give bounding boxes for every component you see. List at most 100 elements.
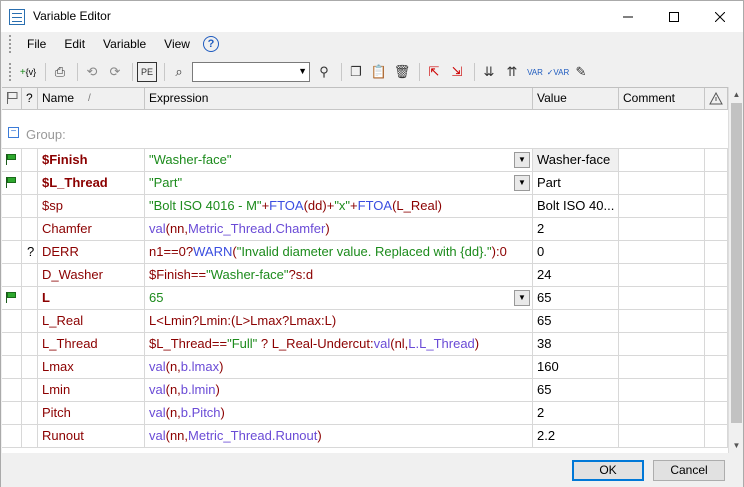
flag-cell[interactable] — [2, 149, 22, 172]
toolbar-grip[interactable] — [9, 63, 12, 81]
table-row[interactable]: $L_Thread "Part" ▼ Part — [2, 172, 728, 195]
warning-cell[interactable] — [705, 425, 728, 448]
warning-cell[interactable] — [705, 172, 728, 195]
name-cell[interactable]: $sp — [38, 195, 145, 218]
warning-cell[interactable] — [705, 241, 728, 264]
value-cell[interactable]: 2 — [533, 402, 619, 425]
redo-icon[interactable]: ⟳ — [105, 62, 125, 82]
name-cell[interactable]: L — [38, 287, 145, 310]
comment-cell[interactable] — [619, 402, 705, 425]
flag-cell[interactable] — [2, 402, 22, 425]
flag-cell[interactable] — [2, 379, 22, 402]
delete-icon[interactable]: 🗑 — [392, 62, 412, 82]
dropdown-arrow-icon[interactable]: ▼ — [514, 175, 530, 191]
dropdown-arrow-icon[interactable]: ▼ — [514, 290, 530, 306]
q-cell[interactable] — [22, 310, 38, 333]
scroll-up-icon[interactable]: ▲ — [729, 87, 744, 102]
q-cell[interactable] — [22, 425, 38, 448]
scroll-thumb[interactable] — [731, 103, 742, 423]
value-cell[interactable]: 160 — [533, 356, 619, 379]
sort-down-icon[interactable]: ⇊ — [479, 62, 499, 82]
insert-before-icon[interactable]: ⇱ — [424, 62, 444, 82]
value-column-header[interactable]: Value — [533, 88, 619, 110]
warning-cell[interactable] — [705, 333, 728, 356]
edit-icon[interactable]: ✎ — [571, 62, 591, 82]
collapse-icon[interactable]: − — [8, 127, 19, 138]
sort-up-icon[interactable]: ⇈ — [502, 62, 522, 82]
warning-cell[interactable] — [705, 218, 728, 241]
q-cell[interactable] — [22, 287, 38, 310]
insert-after-icon[interactable]: ⇲ — [447, 62, 467, 82]
scroll-down-icon[interactable]: ▼ — [729, 438, 744, 453]
print-icon[interactable]: ⎙ — [50, 62, 70, 82]
comment-cell[interactable] — [619, 264, 705, 287]
expression-cell[interactable]: val(nn,Metric_Thread.Chamfer) — [145, 218, 533, 241]
name-cell[interactable]: Lmin — [38, 379, 145, 402]
warning-cell[interactable] — [705, 287, 728, 310]
var-icon[interactable]: VAR — [525, 62, 545, 82]
value-cell[interactable]: 38 — [533, 333, 619, 356]
comment-cell[interactable] — [619, 241, 705, 264]
help-icon[interactable]: ? — [202, 36, 219, 52]
flag-cell[interactable] — [2, 287, 22, 310]
expression-cell[interactable]: L<Lmin?Lmin:(L>Lmax?Lmax:L) — [145, 310, 533, 333]
menu-grip[interactable] — [9, 35, 12, 53]
name-cell[interactable]: Pitch — [38, 402, 145, 425]
name-cell[interactable]: $Finish — [38, 149, 145, 172]
menu-variable[interactable]: Variable — [94, 37, 155, 51]
expression-cell[interactable]: $L_Thread=="Full" ? L_Real-Undercut:val(… — [145, 333, 533, 356]
vertical-scrollbar[interactable]: ▲ ▼ — [728, 87, 743, 453]
comment-cell[interactable] — [619, 218, 705, 241]
flag-column-header[interactable] — [2, 88, 22, 110]
name-cell[interactable]: Lmax — [38, 356, 145, 379]
flag-cell[interactable] — [2, 241, 22, 264]
expression-cell[interactable]: "Part" ▼ — [145, 172, 533, 195]
name-cell[interactable]: DERR — [38, 241, 145, 264]
q-cell[interactable] — [22, 172, 38, 195]
expression-cell[interactable]: val(n,b.Pitch) — [145, 402, 533, 425]
table-row[interactable]: Lmin val(n,b.lmin) 65 — [2, 379, 728, 402]
name-cell[interactable]: Chamfer — [38, 218, 145, 241]
expression-cell[interactable]: val(n,b.lmax) — [145, 356, 533, 379]
flag-cell[interactable] — [2, 264, 22, 287]
warning-cell[interactable] — [705, 195, 728, 218]
value-cell[interactable]: 24 — [533, 264, 619, 287]
warning-cell[interactable] — [705, 356, 728, 379]
value-cell[interactable]: 2.2 — [533, 425, 619, 448]
value-cell[interactable]: 0 — [533, 241, 619, 264]
expression-column-header[interactable]: Expression — [145, 88, 533, 110]
expression-cell[interactable]: $Finish=="Washer-face"?s:d — [145, 264, 533, 287]
q-column-header[interactable]: ? — [22, 88, 38, 110]
flag-cell[interactable] — [2, 172, 22, 195]
undo-icon[interactable]: ⟲ — [82, 62, 102, 82]
dropdown-arrow-icon[interactable]: ▼ — [514, 152, 530, 168]
title-bar[interactable]: Variable Editor — [1, 1, 743, 32]
table-row[interactable]: Chamfer val(nn,Metric_Thread.Chamfer) 2 — [2, 218, 728, 241]
table-row[interactable]: L 65 ▼ 65 — [2, 287, 728, 310]
properties-icon[interactable]: PE — [137, 62, 157, 82]
table-row[interactable]: $Finish "Washer-face" ▼ Washer-face — [2, 149, 728, 172]
menu-file[interactable]: File — [18, 37, 55, 51]
name-cell[interactable]: D_Washer — [38, 264, 145, 287]
comment-cell[interactable] — [619, 195, 705, 218]
copy-icon[interactable]: ❐ — [346, 62, 366, 82]
table-row[interactable]: D_Washer $Finish=="Washer-face"?s:d 24 — [2, 264, 728, 287]
q-cell[interactable]: ? — [22, 241, 38, 264]
q-cell[interactable] — [22, 356, 38, 379]
add-variable-icon[interactable]: + {v} — [18, 62, 38, 82]
comment-cell[interactable] — [619, 379, 705, 402]
flag-cell[interactable] — [2, 425, 22, 448]
q-cell[interactable] — [22, 195, 38, 218]
q-cell[interactable] — [22, 379, 38, 402]
name-cell[interactable]: L_Thread — [38, 333, 145, 356]
value-cell[interactable]: Washer-face — [533, 149, 619, 172]
name-column-header[interactable]: Name / — [38, 88, 145, 110]
value-cell[interactable]: 65 — [533, 310, 619, 333]
expression-cell[interactable]: "Washer-face" ▼ — [145, 149, 533, 172]
paste-icon[interactable]: 📋 — [369, 62, 389, 82]
value-cell[interactable]: Part — [533, 172, 619, 195]
table-row[interactable]: Runout val(nn,Metric_Thread.Runout) 2.2 — [2, 425, 728, 448]
flag-cell[interactable] — [2, 310, 22, 333]
expression-cell[interactable]: val(n,b.lmin) — [145, 379, 533, 402]
comment-cell[interactable] — [619, 287, 705, 310]
